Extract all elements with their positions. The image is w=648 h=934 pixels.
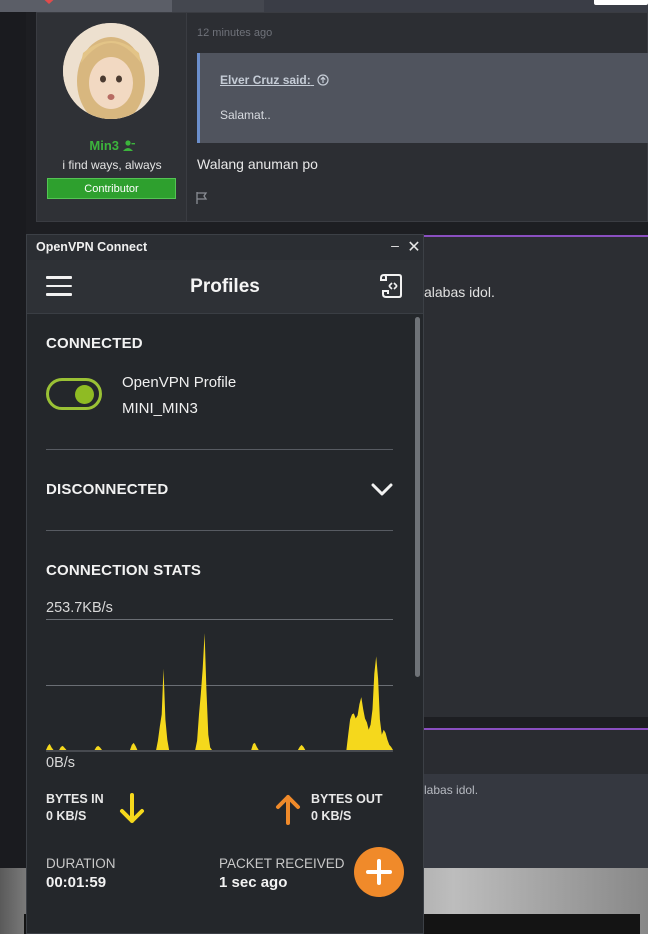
quote-text: labas idol.	[424, 783, 479, 797]
user-icon	[122, 140, 135, 151]
nav-tab[interactable]	[172, 0, 264, 12]
duration-label: DURATION	[46, 856, 116, 871]
bytes-out-value: 0 KB/S	[311, 809, 352, 823]
post-username[interactable]: Min3	[37, 138, 187, 153]
connection-toggle[interactable]	[46, 378, 102, 410]
forum-post: Min3 i find ways, always Contributor 12 …	[36, 12, 648, 222]
search-input[interactable]	[594, 0, 648, 5]
forum-post: labas idol.	[424, 728, 648, 870]
avatar-image	[63, 23, 159, 119]
divider	[46, 530, 393, 531]
plus-icon	[366, 859, 392, 885]
disconnected-section-label[interactable]: DISCONNECTED	[46, 481, 168, 498]
bytes-in-label: BYTES IN	[46, 792, 104, 806]
openvpn-window: OpenVPN Connect – ✕ Profiles CONNECTED O…	[26, 234, 424, 934]
browser-topbar	[0, 0, 648, 12]
chevron-down-icon[interactable]	[370, 481, 394, 497]
duration-value: 00:01:59	[46, 874, 107, 891]
report-flag-icon[interactable]	[195, 191, 209, 205]
profile-name[interactable]: OpenVPN Profile	[122, 374, 236, 391]
post-body: Walang anuman po	[197, 156, 318, 172]
arrow-down-icon	[120, 793, 144, 823]
minimize-button[interactable]: –	[386, 237, 404, 257]
arrow-up-icon	[276, 795, 300, 825]
rate-max-label: 253.7KB/s	[46, 600, 113, 616]
forum-post: alabas idol.	[424, 235, 648, 717]
user-badge: Contributor	[47, 178, 176, 199]
packet-received-label: PACKET RECEIVED	[219, 856, 345, 871]
divider	[46, 449, 393, 450]
import-profile-icon[interactable]	[378, 272, 404, 300]
quote-block: Elver Cruz said: Salamat..	[197, 53, 648, 143]
window-titlebar[interactable]: OpenVPN Connect – ✕	[27, 235, 423, 260]
quote-text: Salamat..	[220, 108, 271, 122]
bytes-in-value: 0 KB/S	[46, 809, 87, 823]
scrollbar[interactable]	[415, 317, 420, 677]
app-header: Profiles	[27, 260, 423, 314]
packet-received-value: 1 sec ago	[219, 874, 288, 891]
traffic-series-area	[46, 633, 393, 750]
post-timestamp[interactable]: 12 minutes ago	[197, 27, 272, 39]
stats-section-label: CONNECTION STATS	[46, 562, 202, 579]
connected-section-label: CONNECTED	[46, 335, 143, 352]
add-profile-button[interactable]	[354, 847, 404, 897]
traffic-chart	[46, 619, 393, 752]
profile-username[interactable]: MINI_MIN3	[122, 400, 198, 417]
jump-up-icon[interactable]	[317, 74, 329, 86]
post-body: alabas idol.	[424, 284, 495, 300]
nav-tab[interactable]	[0, 0, 172, 12]
rate-min-label: 0B/s	[46, 755, 76, 771]
page-margin	[0, 12, 26, 934]
toggle-knob	[75, 385, 94, 404]
site-logo-icon[interactable]	[36, 0, 62, 8]
avatar[interactable]	[63, 23, 159, 119]
close-button[interactable]: ✕	[405, 237, 423, 257]
page-title: Profiles	[190, 276, 260, 297]
user-title: i find ways, always	[62, 158, 162, 172]
bytes-out-label: BYTES OUT	[311, 792, 383, 806]
window-title: OpenVPN Connect	[36, 240, 148, 254]
post-user-column: Min3 i find ways, always Contributor	[37, 13, 187, 221]
quote-author-link[interactable]: Elver Cruz said:	[220, 73, 329, 87]
